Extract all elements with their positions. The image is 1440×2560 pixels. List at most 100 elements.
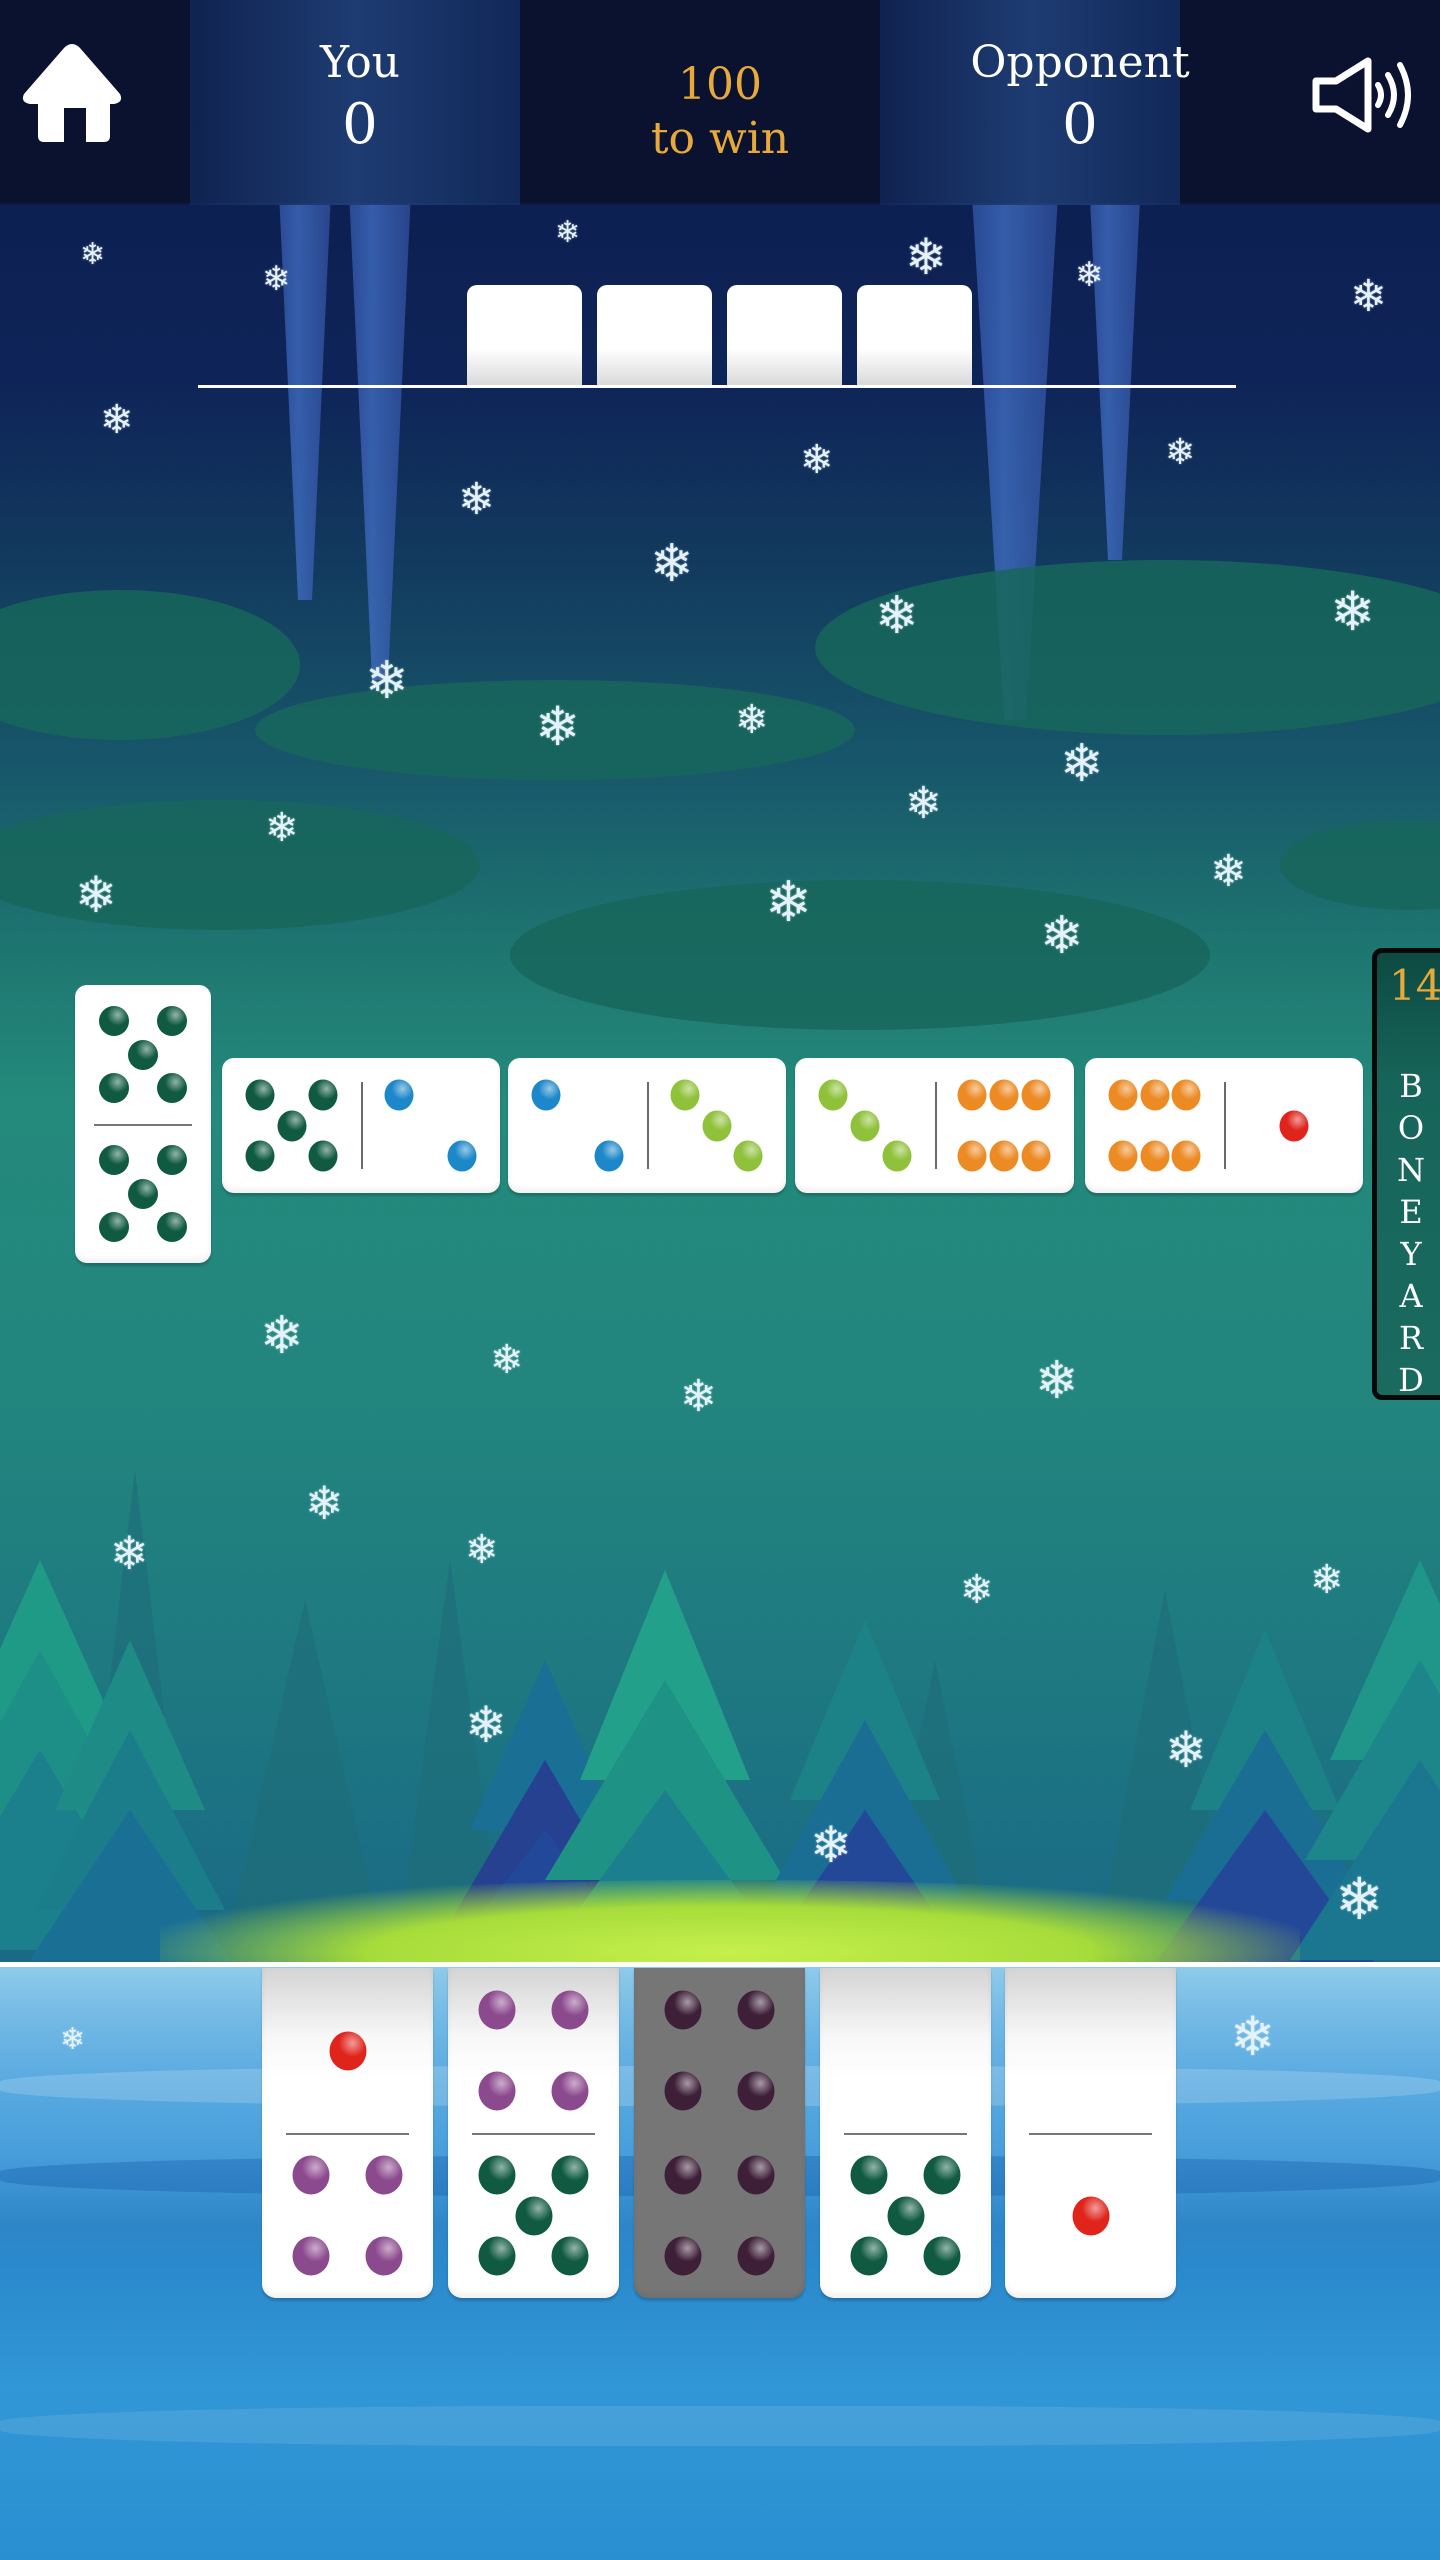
board-domino[interactable]	[508, 1058, 786, 1193]
boneyard-letter: R	[1398, 1319, 1424, 1357]
player-score-value: 0	[342, 92, 378, 157]
hand-domino[interactable]	[1005, 1968, 1176, 2298]
domino-pip	[292, 2236, 330, 2276]
snowflake-icon: ❄	[555, 215, 581, 250]
speaker-volume-icon	[1312, 57, 1411, 133]
domino-pip	[594, 1140, 624, 1172]
domino-pip	[702, 1110, 731, 1141]
domino-pip	[1108, 1079, 1138, 1111]
player-score: You 0	[280, 35, 440, 159]
snowflake-icon: ❄	[100, 397, 134, 443]
domino-pip	[850, 2236, 888, 2276]
domino-pip	[329, 2031, 366, 2070]
snowflake-icon: ❄	[1210, 846, 1247, 897]
domino-pip	[670, 1079, 700, 1111]
domino-pip	[733, 1140, 763, 1172]
snowflake-icon: ❄	[1075, 255, 1104, 295]
snowflake-icon: ❄	[1165, 1721, 1207, 1779]
boneyard-button[interactable]: 14 BONEYARD	[1372, 948, 1440, 1400]
hand-domino[interactable]	[262, 1968, 433, 2298]
domino-half-1	[262, 1968, 433, 2133]
domino-pip	[1171, 1140, 1201, 1172]
snowflake-icon: ❄	[60, 2022, 86, 2057]
snowflake-icon: ❄	[765, 870, 812, 935]
domino-pip	[923, 2155, 961, 2195]
domino-pip	[850, 2155, 888, 2195]
snowflake-icon: ❄	[800, 437, 834, 483]
domino-half-4	[634, 1968, 805, 2133]
domino-pip	[128, 1039, 158, 1070]
domino-pip	[98, 1072, 129, 1103]
domino-pip	[478, 2236, 516, 2276]
opponent-score: Opponent 0	[940, 35, 1220, 159]
snowflake-icon: ❄	[1310, 1557, 1344, 1603]
domino-pip	[447, 1140, 477, 1172]
domino-pip	[882, 1140, 912, 1172]
home-button[interactable]	[18, 40, 126, 144]
domino-pip	[923, 2236, 961, 2276]
snowflake-icon: ❄	[1040, 906, 1084, 966]
domino-pip	[478, 2155, 516, 2195]
domino-pip	[1140, 1140, 1169, 1172]
domino-pip	[551, 2155, 589, 2195]
snowflake-icon: ❄	[875, 586, 919, 646]
score-header: You 0 100 to win Opponent 0	[0, 0, 1440, 205]
snowflake-icon: ❄	[75, 866, 117, 924]
snowflake-icon: ❄	[365, 651, 409, 711]
board-domino[interactable]	[1085, 1058, 1363, 1193]
domino-pip	[245, 1079, 275, 1111]
domino-pip	[292, 2155, 330, 2195]
domino-pip	[128, 1178, 158, 1209]
mist-cloud	[510, 880, 1210, 1030]
domino-half-3	[647, 1058, 786, 1193]
home-icon	[22, 44, 122, 142]
domino-pip	[384, 1079, 414, 1111]
snowflake-icon: ❄	[458, 474, 495, 525]
domino-pip	[664, 2155, 702, 2195]
domino-pip	[157, 1145, 188, 1176]
domino-pip	[850, 1110, 880, 1141]
snowflake-icon: ❄	[1350, 271, 1387, 322]
domino-pip	[1072, 2196, 1109, 2235]
domino-pip	[887, 2196, 924, 2235]
hand-domino-disabled[interactable]	[634, 1968, 805, 2298]
hand-domino[interactable]	[448, 1968, 619, 2298]
domino-pip	[1171, 1079, 1201, 1111]
snowflake-icon: ❄	[905, 228, 947, 286]
boneyard-letter: A	[1399, 1277, 1423, 1315]
domino-pip	[157, 1006, 188, 1037]
boneyard-count: 14	[1389, 961, 1440, 1010]
board-domino[interactable]	[75, 985, 211, 1263]
target-score: 100 to win	[620, 58, 820, 166]
hand-domino[interactable]	[820, 1968, 991, 2298]
opponent-score-value: 0	[1062, 92, 1098, 157]
domino-half-1	[1005, 2133, 1176, 2298]
domino-pip	[1279, 1110, 1308, 1141]
domino-half-3	[795, 1058, 935, 1193]
domino-half-5	[820, 2133, 991, 2298]
snowflake-icon: ❄	[110, 1526, 149, 1580]
opponent-tile	[727, 285, 842, 387]
sound-toggle-button[interactable]	[1310, 55, 1420, 135]
domino-pip	[664, 1990, 702, 2030]
domino-pip	[1021, 1140, 1051, 1172]
opponent-tile	[857, 285, 972, 387]
board-domino[interactable]	[795, 1058, 1074, 1193]
snowflake-icon: ❄	[735, 697, 769, 743]
mist-cloud	[1280, 820, 1440, 910]
domino-pip	[737, 2071, 775, 2111]
player-label: You	[319, 37, 401, 88]
snowflake-icon: ❄	[262, 259, 291, 299]
board-domino[interactable]	[222, 1058, 500, 1193]
mist-cloud	[0, 800, 480, 930]
opponent-hand-baseline	[198, 385, 1236, 388]
domino-half-1	[1224, 1058, 1363, 1193]
boneyard-letter: B	[1399, 1067, 1423, 1105]
opponent-tile	[597, 285, 712, 387]
domino-pip	[664, 2236, 702, 2276]
domino-pip	[1108, 1140, 1138, 1172]
domino-half-6	[1085, 1058, 1224, 1193]
boneyard-letter: O	[1397, 1109, 1425, 1147]
domino-pip	[551, 2236, 589, 2276]
domino-half-5	[222, 1058, 361, 1193]
